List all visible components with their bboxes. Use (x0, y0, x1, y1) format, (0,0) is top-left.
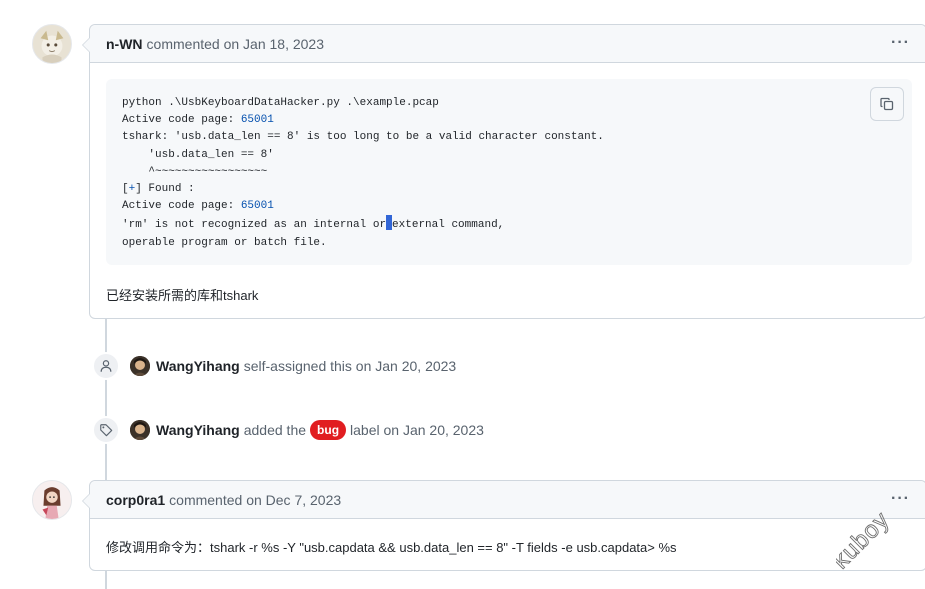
avatar-wangyihang[interactable] (130, 356, 150, 376)
code-block: python .\UsbKeyboardDataHacker.py .\exam… (106, 79, 912, 265)
avatar-n-wn[interactable] (32, 24, 72, 64)
code-line: tshark: 'usb.data_len == 8' is too long … (122, 131, 604, 144)
event-text: label on Jan 20, 2023 (350, 422, 484, 438)
bug-label[interactable]: bug (310, 420, 347, 440)
code-line: external command, (392, 219, 505, 232)
timeline-event-assigned: WangYihang self-assigned this on Jan 20,… (92, 352, 456, 380)
comment-author[interactable]: n-WN (106, 36, 143, 52)
comment-header: corp0ra1 commented on Dec 7, 2023 (90, 481, 925, 519)
code-line: Active code page: (122, 114, 241, 127)
copy-button[interactable] (870, 87, 904, 121)
event-icon-badge (92, 416, 120, 444)
comment-author[interactable]: corp0ra1 (106, 492, 165, 508)
comment-header: n-WN commented on Jan 18, 2023 (90, 25, 925, 63)
event-text: added the (243, 422, 307, 438)
code-line: [ (122, 183, 129, 196)
event-text: self-assigned this on Jan 20, 2023 (243, 358, 457, 374)
comment-timestamp[interactable]: commented on Dec 7, 2023 (169, 492, 341, 508)
code-number: 65001 (240, 114, 274, 127)
comment-timestamp[interactable]: commented on Jan 18, 2023 (147, 36, 324, 52)
event-icon-badge (92, 352, 120, 380)
comment-body: 已经安装所需的库和tshark (106, 288, 259, 303)
code-line: Active code page: (122, 200, 241, 213)
code-line: python .\UsbKeyboardDataHacker.py .\exam… (122, 97, 439, 109)
copy-icon (880, 97, 894, 111)
code-number: 65001 (240, 200, 274, 213)
event-user[interactable]: WangYihang (156, 422, 240, 438)
code-line: operable program or batch file. (122, 236, 327, 249)
code-content: python .\UsbKeyboardDataHacker.py .\exam… (122, 95, 604, 252)
comment-corp0ra1: corp0ra1 commented on Dec 7, 2023 ··· 修改… (82, 480, 925, 571)
event-user[interactable]: WangYihang (156, 358, 240, 374)
more-options-icon[interactable]: ··· (891, 491, 910, 507)
avatar-corp0ra1[interactable] (32, 480, 72, 520)
code-line: ] Found : (135, 183, 195, 196)
code-line: 'usb.data_len == 8' (122, 148, 274, 161)
code-line: ^~~~~~~~~~~~~~~~~~ (122, 165, 268, 178)
person-icon (100, 360, 112, 372)
comment-body: 修改调用命令为：tshark -r %s -Y "usb.capdata && … (106, 540, 677, 555)
code-line: 'rm' is not recognized as an internal or (122, 219, 387, 232)
more-options-icon[interactable]: ··· (891, 35, 910, 51)
comment-n-wn: n-WN commented on Jan 18, 2023 ··· pytho… (82, 24, 925, 319)
timeline-event-labeled: WangYihang added the bug label on Jan 20… (92, 416, 484, 444)
tag-icon (100, 424, 113, 437)
avatar-wangyihang[interactable] (130, 420, 150, 440)
